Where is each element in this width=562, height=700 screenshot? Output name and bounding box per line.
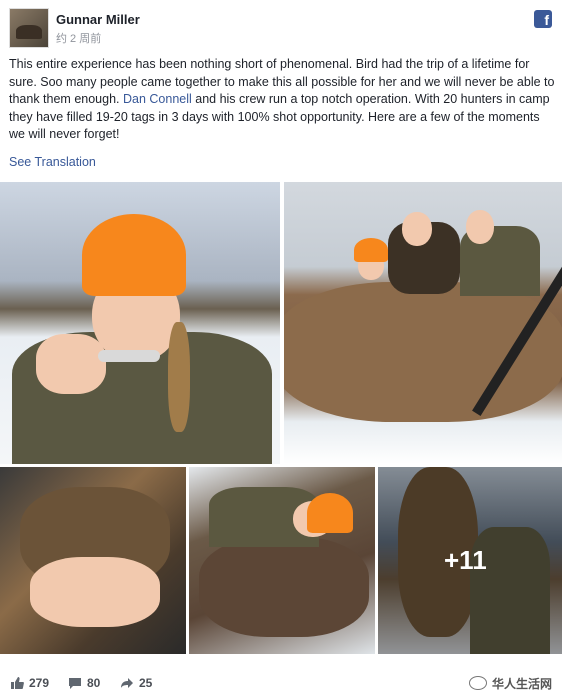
photo-more[interactable]: +11 [378, 467, 562, 654]
watermark: 华人生活网 [468, 675, 552, 692]
likes-number: 279 [29, 676, 50, 690]
photo-hunter-1-face [402, 212, 432, 246]
photo-child-hat [354, 238, 388, 262]
shares-count[interactable]: 25 [120, 676, 152, 690]
photo-hoof[interactable] [0, 467, 186, 654]
share-icon [121, 678, 133, 688]
post-text: This entire experience has been nothing … [9, 56, 557, 144]
photo-girl-with-tooth[interactable] [0, 182, 280, 464]
photo-hunter-2-face [466, 210, 494, 244]
photo-braid [168, 322, 190, 432]
watermark-text: 华人生活网 [491, 677, 552, 691]
comments-count[interactable]: 80 [68, 676, 100, 690]
photo-elk-head [199, 537, 369, 637]
photo-hand [36, 334, 106, 394]
more-photos-count: +11 [444, 545, 487, 575]
see-translation-link[interactable]: See Translation [9, 155, 96, 169]
author-name[interactable]: Gunnar Miller [56, 12, 140, 27]
photo-hat [82, 214, 186, 296]
photo-girl-hugging-elk[interactable] [189, 467, 375, 654]
comment-icon [69, 678, 81, 689]
post-footer: 279 80 25 华人生活网 [0, 667, 562, 700]
watermark-icon [468, 676, 487, 690]
photo-hunters-with-elk[interactable] [284, 182, 562, 464]
photo-tooth [98, 350, 160, 362]
avatar[interactable] [9, 8, 49, 48]
post-timestamp[interactable]: 约 2 周前 [56, 30, 101, 46]
like-icon [11, 677, 24, 689]
tagged-user-link[interactable]: Dan Connell [123, 92, 192, 106]
comments-number: 80 [87, 676, 101, 690]
shares-number: 25 [139, 676, 153, 690]
likes-count[interactable]: 279 [10, 676, 49, 690]
facebook-icon: f [534, 10, 552, 28]
photo-girl-hat [307, 493, 353, 533]
post-header: Gunnar Miller 约 2 周前 f [9, 8, 554, 48]
photo-child-hand [30, 557, 160, 627]
